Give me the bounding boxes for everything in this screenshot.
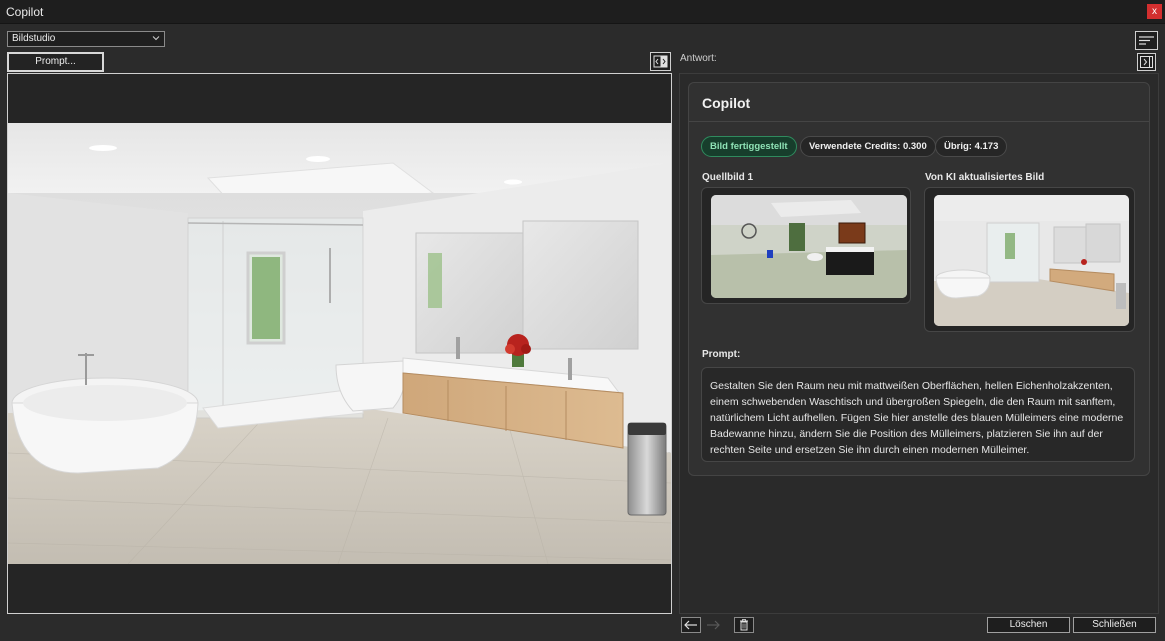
collapse-right-icon <box>1140 56 1153 68</box>
prompt-button[interactable]: Prompt... <box>7 52 104 72</box>
prompt-text-box: Gestalten Sie den Raum neu mit mattweiße… <box>701 367 1135 462</box>
delete-button[interactable]: Löschen <box>987 617 1070 633</box>
ai-image-thumbnail[interactable] <box>924 187 1135 332</box>
arrow-left-icon <box>684 620 697 630</box>
source-image-label: Quellbild 1 <box>702 172 754 183</box>
answer-label: Antwort: <box>680 53 717 64</box>
credits-used-badge: Verwendete Credits: 0.300 <box>800 136 936 157</box>
forward-button[interactable] <box>703 617 723 633</box>
sort-button[interactable] <box>1135 31 1158 50</box>
ai-image-label: Von KI aktualisiertes Bild <box>925 172 1045 183</box>
back-button[interactable] <box>681 617 701 633</box>
ai-image-preview <box>934 195 1129 326</box>
mode-select[interactable]: Bildstudio <box>7 31 165 47</box>
source-image-preview <box>711 195 907 298</box>
title-bar: Copilot x <box>0 0 1165 24</box>
arrow-right-icon <box>707 620 720 630</box>
card-title: Copilot <box>702 95 751 111</box>
credits-remaining-badge: Übrig: 4.173 <box>935 136 1008 157</box>
close-button[interactable]: Schließen <box>1073 617 1156 633</box>
card-divider <box>689 121 1149 122</box>
collapse-panel-button[interactable] <box>1137 53 1156 71</box>
rendered-bathroom-image <box>8 123 671 564</box>
sort-lines-icon <box>1139 36 1154 45</box>
delete-image-button[interactable] <box>734 617 754 633</box>
window-title: Copilot <box>6 5 44 19</box>
split-view-icon <box>653 55 668 68</box>
close-window-button[interactable]: x <box>1147 4 1162 19</box>
trash-icon <box>740 619 748 631</box>
split-view-button[interactable] <box>650 52 671 71</box>
source-image-thumbnail[interactable] <box>701 187 911 304</box>
prompt-section-label: Prompt: <box>702 349 741 360</box>
chevron-down-icon <box>152 36 160 41</box>
mode-select-value: Bildstudio <box>12 33 56 44</box>
status-badge: Bild fertiggestellt <box>701 136 797 157</box>
